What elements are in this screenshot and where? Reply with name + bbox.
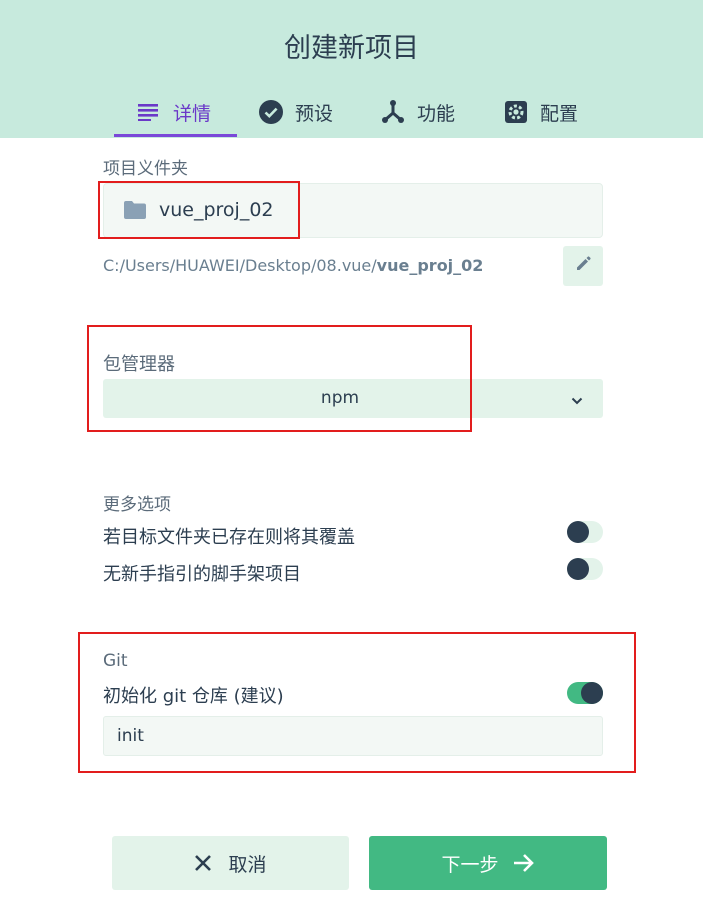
package-manager-label: 包管理器 [103,354,175,375]
git-init-toggle[interactable] [567,682,603,704]
overwrite-toggle[interactable] [567,521,603,543]
git-commit-message-input[interactable]: init [103,716,603,756]
tab-config[interactable]: 配置 [504,88,578,136]
edit-path-button[interactable] [563,246,603,286]
path-folder-name: vue_proj_02 [376,256,484,275]
next-step-button[interactable]: 下一步 [369,836,607,890]
folder-section-label: 项目义件夹 [103,159,188,179]
tab-label: 配置 [540,102,579,125]
tab-label: 预设 [295,102,334,125]
tab-label: 功能 [417,102,456,125]
page-title: 创建新项目 [284,33,419,64]
package-manager-value: npm [320,388,360,408]
check-circle-icon [259,100,283,124]
tab-features[interactable]: 功能 [381,88,455,136]
option-overwrite-label: 若目标文件夹已存在则将其覆盖 [103,527,355,548]
cancel-button[interactable]: 取消 [112,836,349,890]
chevron-down-icon [570,392,584,411]
tab-presets[interactable]: 预设 [259,88,333,136]
active-tab-indicator [114,134,237,137]
header-bar: 创建新项目 详情 预设 功能 配置 [0,0,703,138]
option-skip-guide-label: 无新手指引的脚手架项目 [103,564,301,585]
close-icon [194,854,212,872]
more-options-label: 更多选项 [103,495,171,515]
git-section-label: Git [103,651,128,671]
folder-icon [124,201,146,223]
folder-path: C:/Users/HUAWEI/Desktop/08.vue/vue_proj_… [103,256,483,275]
gear-icon [504,100,528,124]
path-prefix: C:/Users/HUAWEI/Desktop/08.vue/ [103,256,377,275]
toggle-knob [567,558,589,580]
cancel-label: 取消 [228,853,267,876]
git-init-label: 初始化 git 仓库 (建议) [103,686,284,707]
toggle-knob [567,521,589,543]
next-label: 下一步 [441,853,499,876]
pencil-icon [575,256,591,276]
arrow-right-icon [513,853,535,873]
list-icon [137,100,161,124]
tab-details[interactable]: 详情 [137,88,211,136]
tab-label: 详情 [173,102,212,125]
folder-name-value: vue_proj_02 [159,199,274,221]
skip-guide-toggle[interactable] [567,558,603,580]
toggle-knob [581,682,603,704]
fork-icon [381,100,405,124]
package-manager-select[interactable]: npm [103,379,603,418]
